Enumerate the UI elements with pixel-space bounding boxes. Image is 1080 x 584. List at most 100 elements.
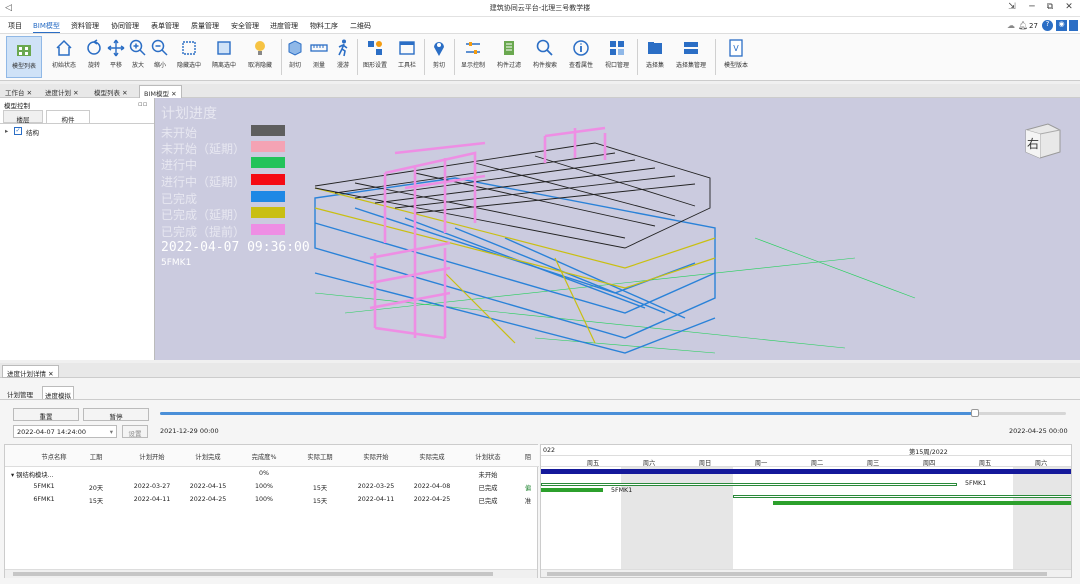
close-icon[interactable]: ✕ (122, 89, 127, 97)
table-row[interactable]: 6FMK1 15天 2022-04-11 2022-04-25 100% 15天… (5, 494, 539, 506)
graphics-settings-button[interactable]: 图形设置 (360, 36, 390, 78)
close-icon[interactable]: ✕ (27, 89, 32, 97)
maximize-icon[interactable]: ⧉ (1043, 2, 1057, 14)
tab-components[interactable]: 构件 (46, 110, 90, 124)
isolate-selected-button[interactable]: 隔离选中 (208, 36, 240, 78)
timeline-slider-track[interactable] (160, 409, 1066, 417)
menu-item-docs[interactable]: 资料管理 (71, 21, 99, 31)
view-cube[interactable]: 右 (1020, 120, 1064, 162)
timeline-slider-thumb[interactable] (971, 409, 980, 417)
component-filter-button[interactable]: 构件过滤 (493, 36, 525, 78)
toolbar-button[interactable]: 工具栏 (394, 36, 420, 78)
close-icon[interactable]: ✕ (1062, 2, 1076, 14)
column-header[interactable]: 工期 (75, 452, 117, 461)
table-row[interactable]: ▾ 钢结构模块... 0% 未开始 (5, 468, 539, 480)
tree-item-structure[interactable]: 结构 (26, 127, 39, 137)
bell-icon[interactable]: 🔔︎ (1018, 21, 1028, 30)
column-header[interactable]: 阻 (521, 452, 535, 461)
menu-item-collab[interactable]: 协同管理 (111, 21, 139, 31)
viewport-manage-button[interactable]: 视口管理 (601, 36, 633, 78)
column-header[interactable]: 实际完成 (405, 452, 459, 461)
column-header[interactable]: 实际工期 (293, 452, 347, 461)
scrollbar-thumb[interactable] (13, 572, 493, 576)
tab-schedule-plan[interactable]: 进度计划 ✕ (41, 85, 83, 98)
help-icon[interactable]: ? (1042, 20, 1053, 31)
menu-item-safety[interactable]: 安全管理 (231, 21, 259, 31)
subtab-plan-manage[interactable]: 计划管理 (7, 389, 33, 399)
checkbox[interactable]: ✓ (14, 127, 22, 135)
menu-item-material[interactable]: 物料工序 (310, 21, 338, 31)
search-icon (536, 39, 553, 56)
horizontal-scrollbar[interactable] (5, 569, 537, 578)
tab-bim-model[interactable]: BIM模型 ✕ (139, 85, 182, 98)
selection-set-button[interactable]: 选择集 (640, 36, 670, 78)
reset-button[interactable]: 重置 (13, 408, 79, 421)
column-header[interactable]: 计划完成 (181, 452, 235, 461)
restore-icon[interactable]: ⇲ (1005, 2, 1019, 14)
close-icon[interactable]: ✕ (48, 370, 53, 378)
minimize-icon[interactable]: ─ (1025, 2, 1039, 14)
pin-panel-icon[interactable]: ▫▫ (138, 100, 148, 108)
gantt-bar-planned[interactable] (541, 483, 957, 486)
column-header[interactable]: 计划开始 (125, 452, 179, 461)
pause-button[interactable]: 暂停 (83, 408, 149, 421)
gantt-bar-label: 5FMK1 (965, 480, 987, 487)
weekend-shading (1013, 467, 1071, 577)
building-model-render[interactable] (155, 98, 1080, 360)
gantt-bar-planned[interactable] (733, 495, 1071, 498)
table-row[interactable]: 5FMK1 20天 2022-03-27 2022-04-15 100% 15天… (5, 481, 539, 493)
menu-item-project[interactable]: 项目 (8, 21, 22, 31)
pan-button[interactable]: 平移 (106, 36, 126, 78)
legend-swatch (251, 207, 285, 218)
gantt-day: 周二 (810, 460, 824, 467)
component-search-button[interactable]: 构件搜索 (529, 36, 561, 78)
gantt-bar-actual[interactable] (773, 501, 1071, 505)
model-list-button[interactable]: 模型列表 (6, 36, 42, 78)
subtab-progress-simulation[interactable]: 进度模拟 (42, 386, 74, 400)
menu-item-forms[interactable]: 表单管理 (151, 21, 179, 31)
display-control-button[interactable]: 显示控制 (457, 36, 489, 78)
separator (281, 39, 282, 75)
initial-state-button[interactable]: 初始状态 (49, 36, 79, 78)
tab-schedule-detail[interactable]: 进度计划详情 ✕ (2, 365, 59, 378)
column-header[interactable]: 计划状态 (461, 452, 515, 461)
unhide-button[interactable]: 取消隐藏 (243, 36, 277, 78)
tab-workbench[interactable]: 工作台 ✕ (1, 85, 36, 98)
clip-button[interactable]: 剪切 (427, 36, 451, 78)
column-header[interactable]: 实际开始 (349, 452, 403, 461)
selection-set-manage-button[interactable]: 选择集管理 (672, 36, 710, 78)
view-cube-face[interactable]: 右 (1027, 135, 1039, 152)
expand-arrow-icon[interactable]: ▸ (5, 127, 8, 135)
gantt-bar-summary[interactable] (541, 469, 1071, 474)
legend-label: 进行中 (161, 158, 198, 172)
section-button[interactable]: 剖切 (284, 36, 306, 78)
menu-item-bim[interactable]: BIM模型 (33, 21, 60, 33)
horizontal-scrollbar[interactable] (541, 569, 1071, 577)
settings-icon[interactable] (1069, 20, 1078, 31)
set-button[interactable]: 设置 (122, 425, 148, 438)
walk-button[interactable]: 漫游 (332, 36, 354, 78)
gantt-bar-actual[interactable] (541, 488, 603, 492)
bim-3d-viewport[interactable]: 计划进度 未开始 未开始（延期） 进行中 进行中（延期） 已完成 已完成（延期）… (155, 98, 1080, 360)
user-icon[interactable]: ◉ (1056, 20, 1067, 31)
rotate-button[interactable]: 旋转 (83, 36, 105, 78)
column-header[interactable]: 完成度% (237, 452, 291, 461)
chevron-down-icon[interactable]: ▾ (110, 428, 113, 436)
close-icon[interactable]: ✕ (73, 89, 78, 97)
menu-item-quality[interactable]: 质量管理 (191, 21, 219, 31)
simulation-date-picker[interactable]: 2022-04-07 14:24:00 ▾ (13, 425, 117, 438)
menu-item-schedule[interactable]: 进度管理 (270, 21, 298, 31)
measure-button[interactable]: 测量 (308, 36, 330, 78)
scrollbar-thumb[interactable] (547, 572, 1047, 576)
cloud-icon[interactable]: ☁ (1007, 21, 1015, 30)
hide-selected-button[interactable]: 隐藏选中 (173, 36, 205, 78)
close-icon[interactable]: ✕ (171, 90, 176, 98)
zoom-in-button[interactable]: 放大 (128, 36, 148, 78)
view-properties-button[interactable]: 查看属性 (565, 36, 597, 78)
model-version-button[interactable]: V 模型版本 (720, 36, 752, 78)
panel-title: 模型控制 (4, 102, 30, 110)
tab-floors[interactable]: 楼层 (3, 110, 43, 124)
tab-model-list[interactable]: 模型列表 ✕ (90, 85, 132, 98)
menu-item-qrcode[interactable]: 二维码 (350, 21, 371, 31)
zoom-out-button[interactable]: 缩小 (150, 36, 170, 78)
